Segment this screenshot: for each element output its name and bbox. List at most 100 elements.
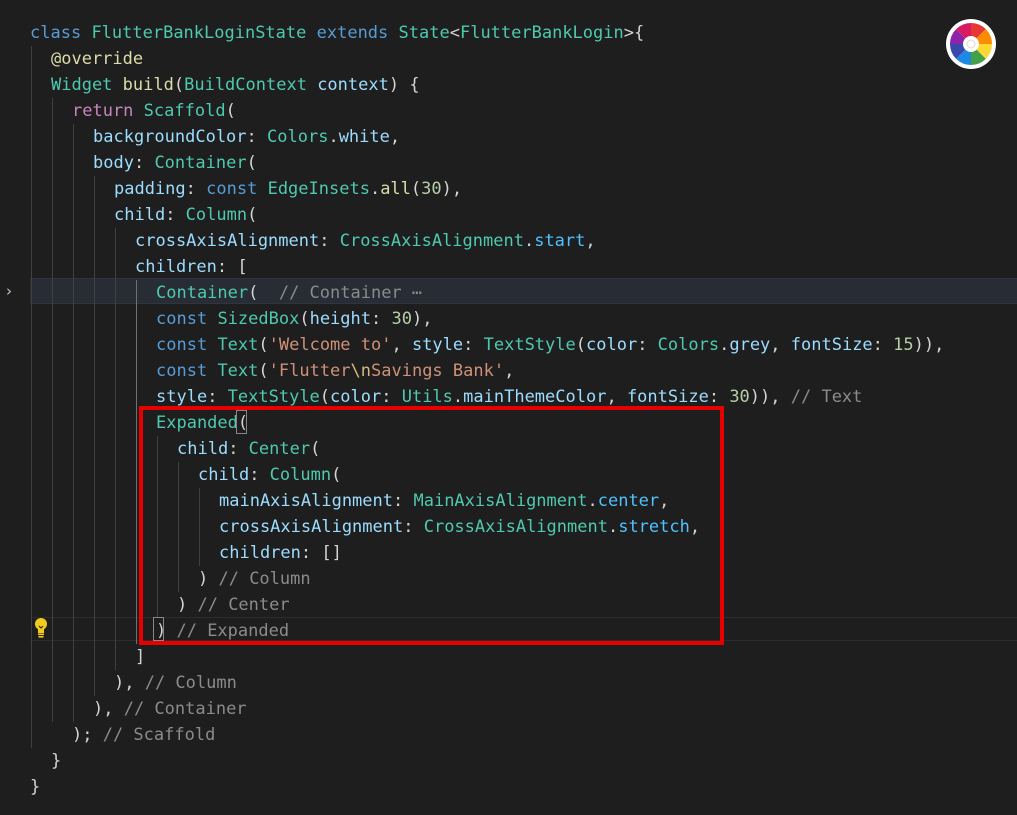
code-token: ,: [606, 387, 627, 407]
code-line-text: ]: [135, 644, 145, 670]
code-token: .: [587, 491, 598, 511]
code-token: ),: [93, 699, 124, 719]
code-line-text: padding: const EdgeInsets.all(30),: [114, 176, 462, 202]
code-line[interactable]: crossAxisAlignment: CrossAxisAlignment.s…: [0, 514, 1017, 540]
code-token: .: [607, 517, 619, 537]
code-token: :: [463, 335, 484, 355]
code-line[interactable]: child: Column(: [0, 202, 1017, 228]
code-line-text: ) // Expanded: [156, 618, 289, 644]
code-token: .: [452, 387, 464, 407]
code-line[interactable]: const SizedBox(height: 30),: [0, 306, 1017, 332]
code-token: (: [258, 361, 269, 381]
code-token: :: [371, 309, 392, 329]
code-token: 30: [421, 179, 442, 199]
code-token: child: [177, 439, 229, 459]
code-line-text: const Text('Flutter\nSavings Bank',: [156, 358, 514, 384]
code-token: :: [185, 179, 207, 199]
code-line[interactable]: style: TextStyle(color: Utils.mainThemeC…: [0, 384, 1017, 410]
code-token: Column: [269, 465, 332, 485]
code-token: )),: [749, 387, 791, 407]
bracket-match-close: [153, 617, 164, 641]
chevron-right-icon[interactable]: ›: [6, 283, 20, 299]
code-token: ,: [389, 127, 401, 147]
code-token: : []: [300, 543, 342, 563]
code-token: ): [177, 595, 198, 615]
color-wheel-icon[interactable]: [945, 18, 997, 70]
code-token: stretch: [618, 517, 690, 537]
code-line[interactable]: padding: const EdgeInsets.all(30),: [0, 176, 1017, 202]
code-line[interactable]: children: [: [0, 254, 1017, 280]
code-token: FlutterBankLoginState: [91, 23, 307, 43]
code-token: }: [30, 777, 41, 797]
code-line[interactable]: }: [0, 748, 1017, 774]
code-line[interactable]: const Text('Flutter\nSavings Bank',: [0, 358, 1017, 384]
code-token: :: [319, 231, 340, 251]
code-line[interactable]: mainAxisAlignment: MainAxisAlignment.cen…: [0, 488, 1017, 514]
code-line[interactable]: class FlutterBankLoginState extends Stat…: [0, 20, 1017, 46]
code-line-text: Expanded(: [156, 410, 248, 436]
code-token: (: [575, 335, 586, 355]
code-line[interactable]: Expanded(: [0, 410, 1017, 436]
code-editor[interactable]: class FlutterBankLoginState extends Stat…: [0, 0, 1017, 815]
code-token: .: [369, 179, 381, 199]
code-token: CrossAxisAlignment: [423, 517, 608, 537]
code-line[interactable]: return Scaffold(: [0, 98, 1017, 124]
code-token: // Expanded: [176, 621, 290, 641]
code-line[interactable]: ), // Column: [0, 670, 1017, 696]
code-token: ),: [411, 309, 433, 329]
code-line-text: const SizedBox(height: 30),: [156, 306, 432, 332]
code-token: context: [317, 75, 389, 95]
code-line[interactable]: child: Column(: [0, 462, 1017, 488]
code-token: );: [72, 725, 103, 745]
code-line[interactable]: @override: [0, 46, 1017, 72]
code-token: .: [328, 127, 339, 147]
code-token: (: [319, 387, 331, 407]
code-token: ),: [114, 673, 145, 693]
code-line[interactable]: children: []: [0, 540, 1017, 566]
code-token: ),: [441, 179, 463, 199]
code-line-text: crossAxisAlignment: CrossAxisAlignment.s…: [135, 228, 596, 254]
code-token: (: [299, 309, 310, 329]
code-token: 15: [893, 335, 914, 355]
code-token: ]: [135, 647, 146, 667]
code-line[interactable]: child: Center(: [0, 436, 1017, 462]
code-line[interactable]: Widget build(BuildContext context) {: [0, 72, 1017, 98]
code-line-text: child: Column(: [198, 462, 341, 488]
code-token: (: [225, 101, 236, 121]
code-line[interactable]: const Text('Welcome to', style: TextStyl…: [0, 332, 1017, 358]
code-line[interactable]: ) // Center: [0, 592, 1017, 618]
code-line[interactable]: ); // Scaffold: [0, 722, 1017, 748]
code-token: ,: [585, 231, 596, 251]
code-token: Text: [217, 361, 259, 381]
code-line[interactable]: ) // Column: [0, 566, 1017, 592]
lightbulb-icon[interactable]: [33, 617, 49, 639]
code-line[interactable]: backgroundColor: Colors.white,: [0, 124, 1017, 150]
code-line-text: @override: [51, 46, 143, 72]
code-line-text: ) // Center: [177, 592, 290, 618]
code-token: 'Flutter: [268, 361, 351, 381]
code-token: :: [133, 153, 155, 173]
code-line[interactable]: }: [0, 774, 1017, 800]
code-line[interactable]: ), // Container: [0, 696, 1017, 722]
code-line-text: children: [: [135, 254, 248, 280]
code-line[interactable]: crossAxisAlignment: CrossAxisAlignment.s…: [0, 228, 1017, 254]
code-token: @override: [51, 49, 144, 69]
code-line-text: children: []: [219, 540, 342, 566]
code-token: mainAxisAlignment: [219, 491, 393, 511]
code-token: :: [393, 491, 414, 511]
code-line-text: ), // Column: [114, 670, 237, 696]
code-line-text: ), // Container: [93, 696, 247, 722]
code-line[interactable]: Container( // Container ⋯: [0, 280, 1017, 306]
code-token: ,: [689, 517, 701, 537]
code-line[interactable]: body: Container(: [0, 150, 1017, 176]
code-token: Column: [185, 205, 248, 225]
code-token: ⋯: [401, 283, 423, 303]
code-token: Container: [154, 153, 247, 173]
code-token: :: [246, 127, 268, 147]
code-token: build: [122, 75, 174, 95]
code-token: : [: [216, 257, 248, 277]
code-line[interactable]: ]: [0, 644, 1017, 670]
